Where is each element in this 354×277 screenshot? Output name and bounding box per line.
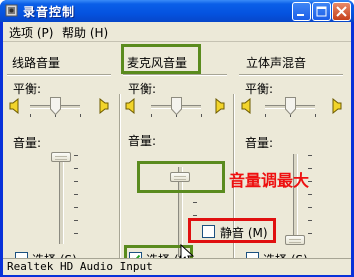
speaker-right-icon (332, 98, 342, 114)
annotation-max-volume: 音量调最大 (229, 171, 310, 190)
client-area: 选项 (P) 帮助 (H) 线路音量 平衡: 音量: 麦克风音量 平衡: 音量:… (3, 22, 351, 275)
line-volume-label: 音量: (13, 136, 42, 150)
menu-help[interactable]: 帮助 (H) (62, 24, 108, 41)
menu-bar: 选项 (P) 帮助 (H) (3, 22, 351, 42)
speaker-left-icon (241, 98, 251, 114)
stereo-volume-label: 音量: (245, 136, 274, 150)
minimize-icon (297, 14, 304, 16)
line-volume-title: 线路音量 (12, 56, 61, 70)
speaker-left-icon (125, 98, 135, 114)
highlight-mic-volume (137, 161, 225, 193)
mic-balance-thumb[interactable] (171, 97, 182, 115)
highlight-mic-title (121, 44, 201, 74)
speaker-app-icon (5, 4, 18, 17)
stereo-mix-title: 立体声混音 (246, 56, 307, 70)
close-icon (336, 6, 347, 17)
column-divider (119, 94, 121, 272)
title-separator (239, 74, 343, 76)
stereo-balance-thumb[interactable] (285, 97, 296, 115)
menu-options[interactable]: 选项 (P) (9, 24, 53, 41)
mixer-panel: 线路音量 平衡: 音量: 选择 (S) 麦克风音量 平衡: (3, 42, 351, 272)
status-bar: Realtek HD Audio Input (3, 258, 351, 275)
line-volume-slider[interactable] (59, 154, 64, 244)
maximize-icon (316, 6, 327, 17)
window-title: 录音控制 (23, 5, 76, 19)
speaker-left-icon (9, 98, 19, 114)
title-bar[interactable]: 录音控制 (0, 0, 354, 22)
line-volume-thumb[interactable] (51, 152, 71, 162)
highlight-mute (188, 218, 276, 243)
mic-balance-label: 平衡: (128, 82, 157, 96)
mic-volume-label: 音量: (128, 134, 157, 148)
stereo-volume-thumb[interactable] (285, 235, 305, 245)
speaker-right-icon (215, 98, 225, 114)
maximize-button[interactable] (312, 2, 331, 21)
close-button[interactable] (332, 2, 351, 21)
minimize-button[interactable] (292, 2, 311, 21)
title-separator (123, 74, 227, 76)
line-balance-thumb[interactable] (50, 97, 61, 115)
title-separator (7, 74, 111, 76)
recording-control-window: 录音控制 选项 (P) 帮助 (H) 线路音量 平衡: 音量: 麦克风音量 平衡… (0, 0, 354, 277)
device-name: Realtek HD Audio Input (7, 260, 153, 273)
speaker-right-icon (99, 98, 109, 114)
line-balance-label: 平衡: (13, 82, 42, 96)
stereo-balance-label: 平衡: (245, 82, 274, 96)
